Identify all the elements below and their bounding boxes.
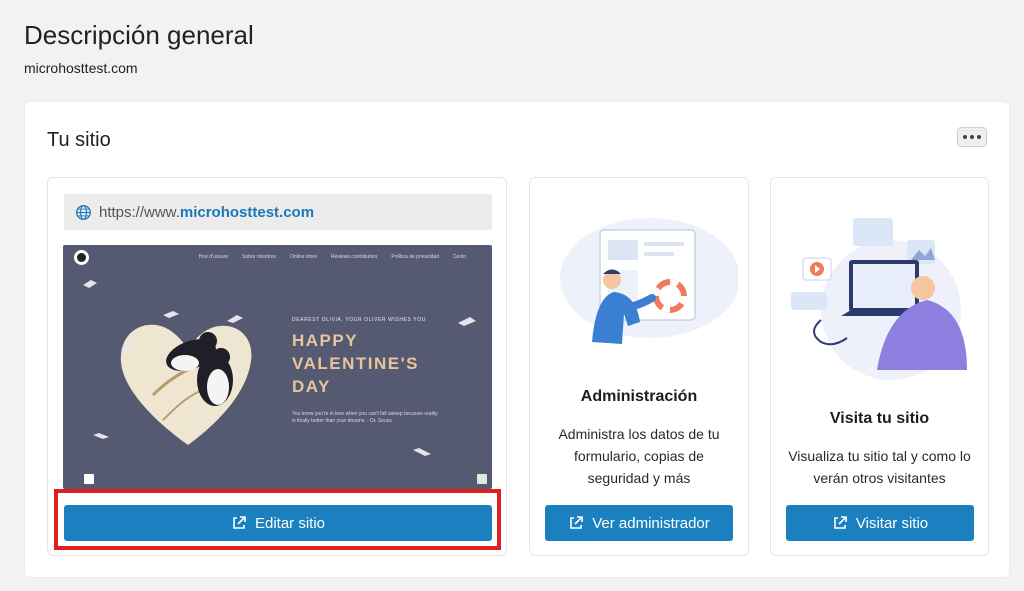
site-preview[interactable]: Hoe d'ussure Sobre nosotros Online store… [63, 245, 492, 489]
preview-heading-line: DAY [292, 377, 331, 396]
info-icon [477, 474, 487, 484]
more-options-button[interactable] [957, 127, 987, 147]
admin-description: Administra los datos de tu formulario, c… [558, 426, 720, 486]
heart-birds-illustration [83, 280, 476, 456]
admin-illustration [560, 218, 738, 344]
preview-heading-line: HAPPY [292, 331, 359, 350]
preview-subheading: DEAREST OLIVIA, YOUR OLIVER WISHES YOU [292, 317, 426, 323]
edit-site-label: Editar sitio [254, 514, 326, 532]
page-title: Descripción general [24, 20, 254, 50]
view-admin-button[interactable]: Ver administrador [545, 505, 733, 541]
external-link-icon [233, 516, 246, 529]
globe-icon [76, 204, 91, 220]
page-subtitle: microhosttest.com [24, 60, 138, 76]
admin-card: Administración Administra los datos de t… [529, 177, 749, 556]
site-panel: Tu sitio https://www. microhosttest.com H… [24, 101, 1010, 578]
ellipsis-icon [963, 135, 967, 139]
external-link-icon [570, 516, 584, 529]
preview-heading: HAPPY VALENTINE'S DAY [292, 329, 419, 398]
visit-site-illustration [791, 218, 967, 380]
visit-card: Visita tu sitio Visualiza tu sitio tal y… [770, 177, 989, 556]
panel-title: Tu sitio [47, 129, 111, 151]
site-card: https://www. microhosttest.com Hoe d'ussu… [47, 177, 507, 556]
external-link-icon [834, 516, 847, 529]
preview-body-text: You know you're in love when you can't f… [292, 411, 438, 424]
visit-site-label: Visitar sitio [855, 514, 929, 532]
edit-site-button[interactable]: Editar sitio [64, 505, 492, 541]
site-url-bar: https://www. microhosttest.com [64, 194, 492, 230]
preview-heading-line: VALENTINE'S [292, 354, 419, 373]
visit-description: Visualiza tu sitio tal y como lo verán o… [788, 448, 971, 486]
visit-heading: Visita tu sitio [829, 410, 930, 427]
visit-site-button[interactable]: Visitar sitio [786, 505, 974, 541]
admin-heading: Administración [580, 388, 698, 405]
url-domain: microhosttest.com [179, 203, 315, 221]
accessibility-icon [84, 474, 94, 484]
url-prefix: https://www. [99, 203, 180, 221]
view-admin-label: Ver administrador [592, 514, 710, 532]
